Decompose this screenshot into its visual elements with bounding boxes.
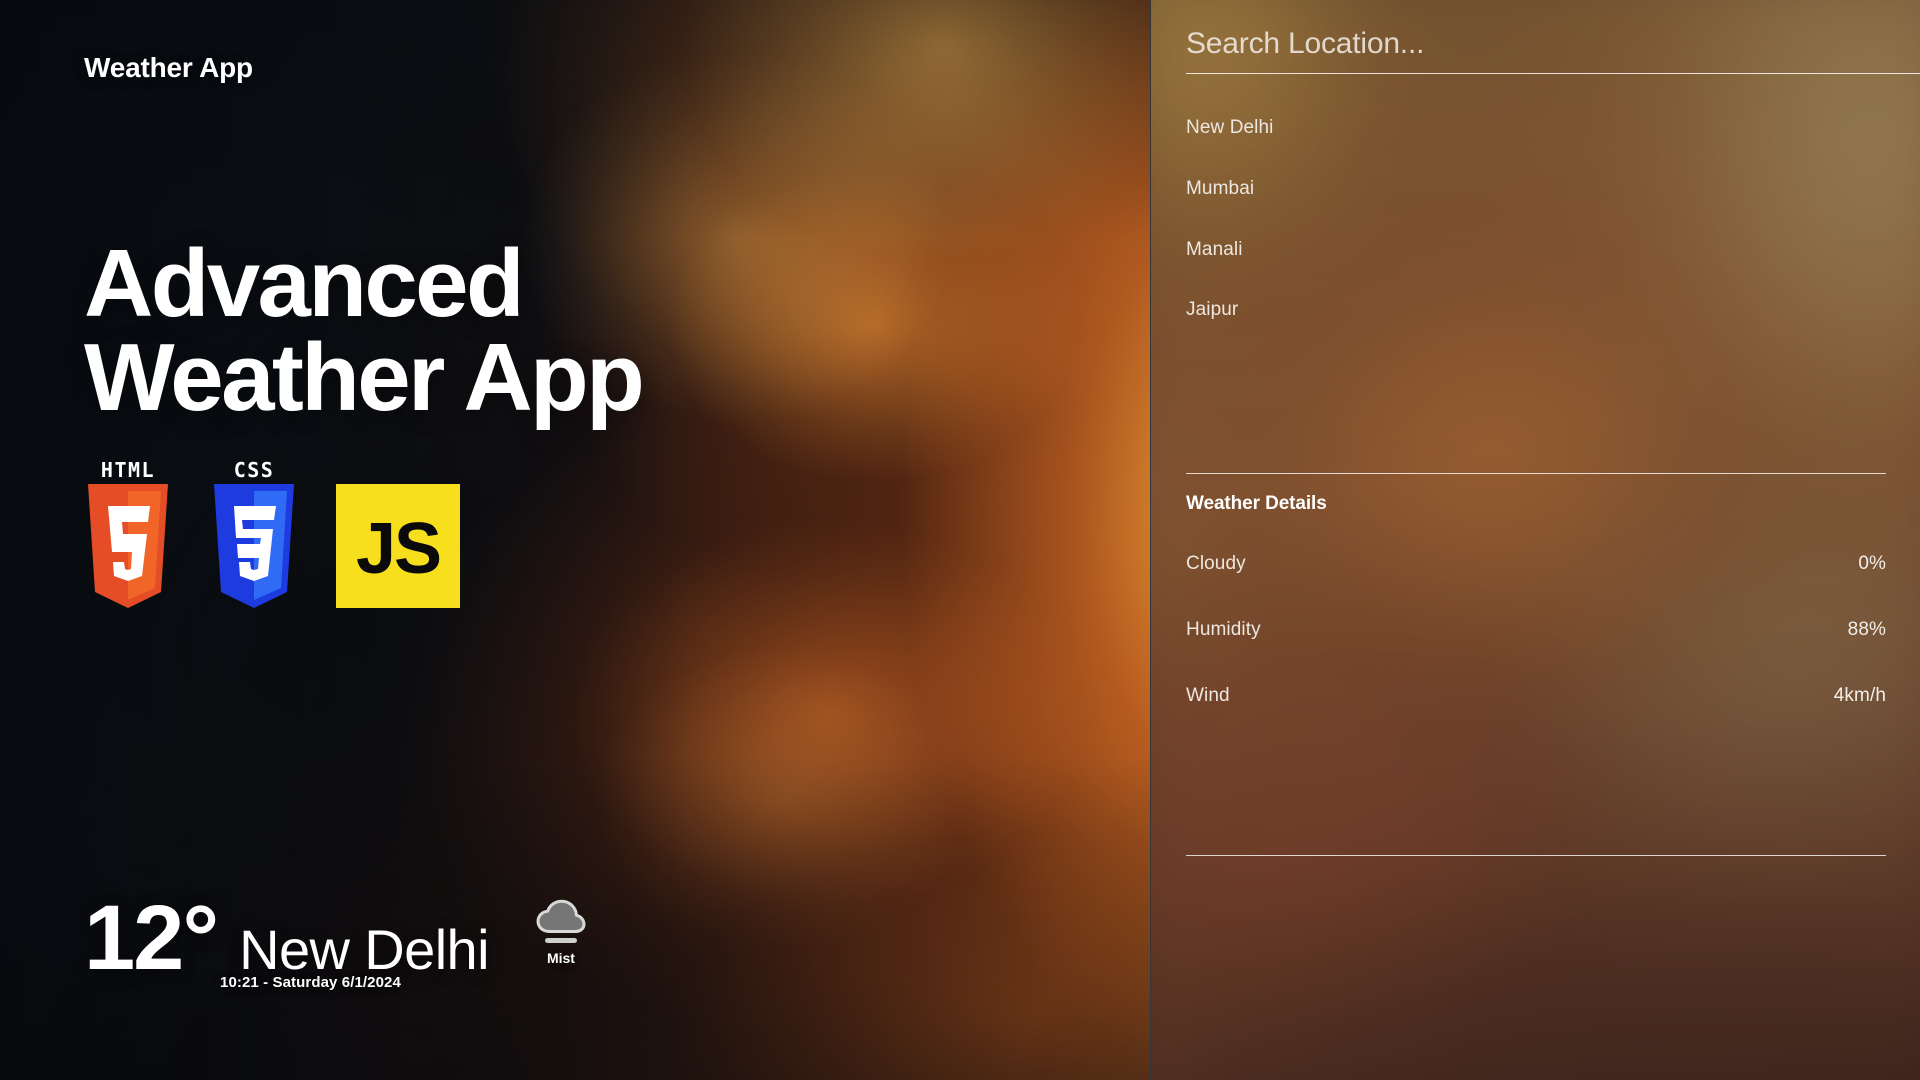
tech-badge-css: CSS — [210, 458, 298, 608]
detail-value: 0% — [1858, 553, 1886, 574]
divider-above-details — [1186, 473, 1886, 474]
condition-label: Mist — [546, 950, 575, 966]
detail-label: Wind — [1186, 685, 1230, 706]
search-row — [1186, 0, 1920, 88]
mist-cloud-icon — [535, 898, 587, 946]
current-condition: Mist — [535, 898, 587, 966]
detail-row-wind: Wind 4km/h — [1186, 685, 1886, 707]
list-item[interactable]: New Delhi — [1186, 117, 1886, 140]
detail-value: 88% — [1847, 619, 1886, 640]
tech-stack-logos: HTML CSS JS — [84, 458, 460, 608]
detail-row-cloudy: Cloudy 0% — [1186, 553, 1886, 575]
html5-logo-icon — [84, 484, 172, 608]
detail-label: Humidity — [1186, 619, 1261, 640]
javascript-logo-icon: JS — [336, 484, 460, 608]
weather-app-window: Weather App Advanced Weather App HTML CS… — [0, 0, 1920, 1080]
tech-badge-html: HTML — [84, 458, 172, 608]
headline-line-1: Advanced — [84, 230, 525, 337]
headline-line-2: Weather App — [84, 324, 645, 432]
weather-details-heading: Weather Details — [1186, 493, 1327, 514]
hero-panel: Weather App Advanced Weather App HTML CS… — [0, 0, 1150, 1080]
current-weather-summary: 12° New Delhi 10:21 - Saturday 6/1/2024 … — [84, 887, 587, 991]
tech-badge-javascript: JS — [336, 484, 460, 608]
current-timestamp: 10:21 - Saturday 6/1/2024 — [220, 974, 401, 991]
weather-details-list: Cloudy 0% Humidity 88% Wind 4km/h — [1186, 553, 1886, 751]
current-temperature: 12° — [84, 887, 219, 989]
app-brand-title: Weather App — [84, 52, 253, 83]
list-item[interactable]: Jaipur — [1186, 299, 1886, 322]
location-list: New Delhi Mumbai Manali Jaipur — [1186, 117, 1886, 360]
list-item[interactable]: Mumbai — [1186, 178, 1886, 201]
page-title: Advanced Weather App — [84, 236, 645, 432]
current-city-name: New Delhi — [239, 918, 489, 981]
css3-logo-icon — [210, 484, 298, 608]
detail-label: Cloudy — [1186, 553, 1246, 574]
search-input[interactable] — [1186, 22, 1920, 74]
detail-value: 4km/h — [1833, 685, 1886, 706]
javascript-glyph: JS — [355, 509, 442, 589]
temperature-block: 12° New Delhi 10:21 - Saturday 6/1/2024 — [84, 887, 490, 991]
detail-row-humidity: Humidity 88% — [1186, 619, 1886, 641]
sidebar-panel: New Delhi Mumbai Manali Jaipur Weather D… — [1150, 0, 1920, 1080]
css-caption: CSS — [233, 458, 275, 482]
html-caption: HTML — [100, 458, 156, 482]
divider-below-details — [1186, 855, 1886, 856]
list-item[interactable]: Manali — [1186, 239, 1886, 262]
